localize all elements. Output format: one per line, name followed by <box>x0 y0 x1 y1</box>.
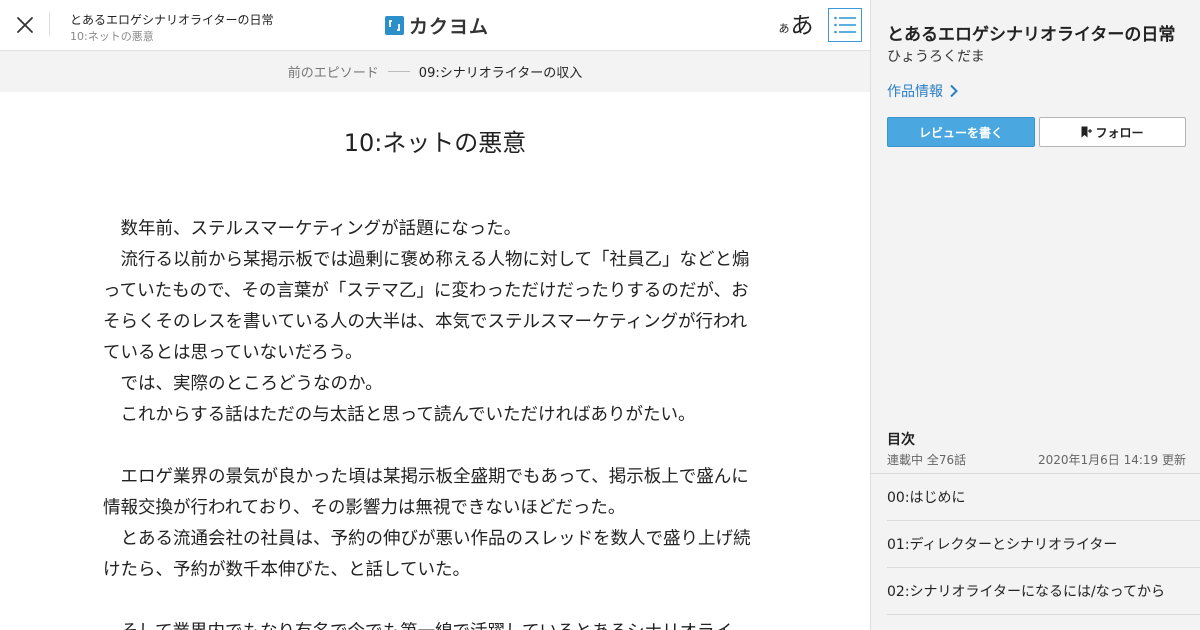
font-size-small-glyph: あ <box>778 22 790 35</box>
nav-divider <box>387 71 410 72</box>
logo-text: カクヨム <box>409 15 490 38</box>
toc-item[interactable]: 02:シナリオライターになるには/なってから <box>887 568 1200 615</box>
toc-status: 連載中 全76話 <box>887 453 967 467</box>
body-paragraph: そして業界内でもなり有名で今でも第一線で活躍しているとあるシナリオライ <box>103 617 755 630</box>
prev-episode-link[interactable]: 09:シナリオライターの収入 <box>419 62 582 81</box>
work-info-link[interactable]: 作品情報 <box>887 81 959 101</box>
episode-nav-bar: 前のエピソード 09:シナリオライターの収入 <box>0 51 870 92</box>
body-paragraph: 流行る以前から某掲示板では過剰に褒め称える人物に対して「社員乙」などと煽っていた… <box>103 250 750 363</box>
header-divider <box>49 12 50 36</box>
follow-button[interactable]: フォロー <box>1039 117 1186 147</box>
toc-item[interactable]: 01:ディレクターとシナリオライター <box>887 521 1200 568</box>
body-paragraph: とある流通会社の社員は、予約の伸びが悪い作品のスレッドを数人で盛り上げ続けたら、… <box>103 529 751 580</box>
toc-toggle-button[interactable] <box>828 8 862 42</box>
body-blank-line <box>103 586 755 617</box>
top-bar: とあるエロゲシナリオライターの日常 10:ネットの悪意 カクヨム あ あ <box>0 0 870 51</box>
write-review-button[interactable]: レビューを書く <box>887 117 1035 147</box>
sidebar-author-name[interactable]: ひょうろくだま <box>887 46 985 66</box>
episode-body: 数年前、ステルスマーケティングが話題になった。 流行る以前から某掲示板では過剰に… <box>103 214 755 630</box>
prev-episode-label: 前のエピソード <box>287 66 379 81</box>
reading-pane: とあるエロゲシナリオライターの日常 10:ネットの悪意 カクヨム あ あ 前のエ… <box>0 0 870 630</box>
font-size-button[interactable]: あ あ <box>776 9 816 41</box>
body-blank-line <box>103 431 755 462</box>
toc-list: 00:はじめに 01:ディレクターとシナリオライター 02:シナリオライターにな… <box>887 474 1200 615</box>
close-button[interactable] <box>10 10 40 40</box>
font-size-large-glyph: あ <box>790 13 814 39</box>
toc-item[interactable]: 00:はじめに <box>887 474 1200 521</box>
body-paragraph: では、実際のところどうなのか。 <box>103 374 383 394</box>
toc-meta: 連載中 全76話 2020年1月6日 14:19 更新 <box>887 451 1186 468</box>
work-title-link[interactable]: とあるエロゲシナリオライターの日常 <box>70 11 274 28</box>
work-info-label: 作品情報 <box>887 84 943 100</box>
body-paragraph: これからする話はただの与太話と思って読んでいただければありがたい。 <box>103 405 696 425</box>
site-logo[interactable]: カクヨム <box>385 13 490 38</box>
close-icon <box>17 17 33 33</box>
work-sidebar: とあるエロゲシナリオライターの日常 ひょうろくだま 作品情報 レビューを書く フ… <box>870 0 1200 630</box>
kakuyomu-logo-icon <box>385 15 404 35</box>
episode-title: 10:ネットの悪意 <box>343 129 527 157</box>
body-paragraph: 数年前、ステルスマーケティングが話題になった。 <box>103 219 522 239</box>
chevron-right-icon <box>950 84 958 98</box>
body-paragraph: エロゲ業界の景気が良かった頃は某掲示板全盛期でもあって、掲示板上で盛んに情報交換… <box>103 467 749 518</box>
list-icon <box>834 16 856 34</box>
episode-subtitle: 10:ネットの悪意 <box>70 30 154 43</box>
toc-heading: 目次 <box>887 432 915 448</box>
toc-updated: 2020年1月6日 14:19 更新 <box>1037 453 1186 467</box>
sidebar-work-title[interactable]: とあるエロゲシナリオライターの日常 <box>887 20 1175 45</box>
follow-button-label: フォロー <box>1095 125 1144 140</box>
bookmark-plus-icon <box>1081 126 1093 138</box>
